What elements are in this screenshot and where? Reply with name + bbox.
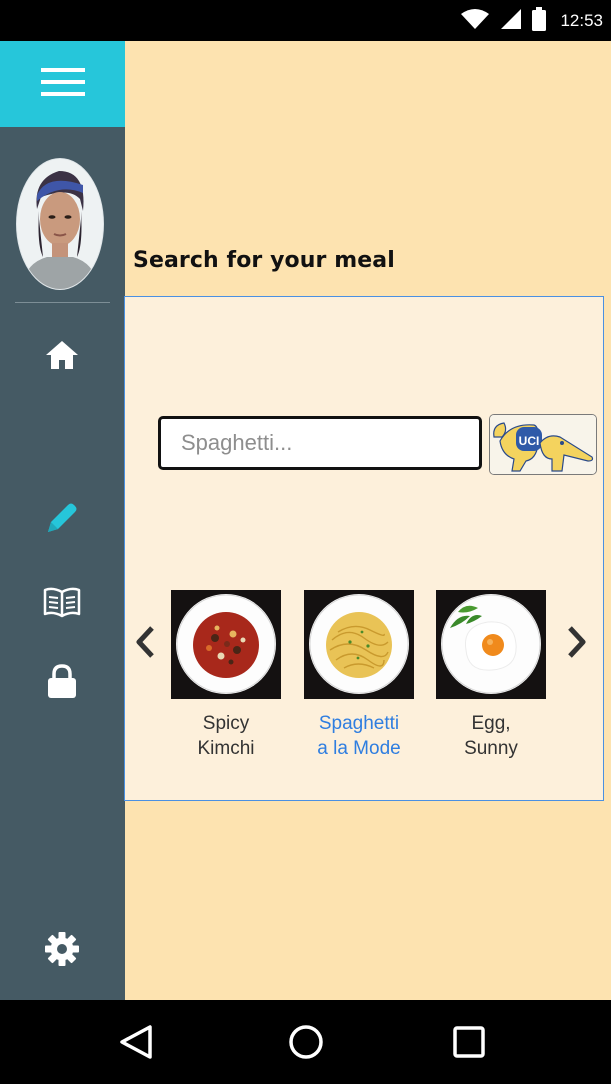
- back-button[interactable]: [114, 1022, 158, 1066]
- sidebar-item-lock[interactable]: [37, 661, 87, 705]
- search-button[interactable]: UCI: [489, 414, 597, 475]
- battery-icon: [532, 6, 547, 36]
- meal-image-spaghetti: [304, 590, 414, 699]
- meal-card-egg-sunny[interactable]: Egg, Sunny: [436, 590, 546, 761]
- signal-icon: [500, 8, 522, 35]
- gear-icon: [44, 931, 80, 972]
- home-circle-icon: [288, 1024, 324, 1065]
- meal-label: Egg, Sunny: [436, 711, 546, 761]
- sidebar: [0, 41, 125, 1000]
- back-triangle-icon: [118, 1024, 154, 1065]
- avatar[interactable]: [16, 158, 104, 290]
- status-time: 12:53: [560, 11, 603, 30]
- meal-name-line: Sunny: [464, 738, 518, 759]
- chevron-right-icon: [565, 625, 587, 664]
- search-panel: UCI: [124, 296, 604, 801]
- sidebar-item-book[interactable]: [37, 582, 87, 626]
- menu-button[interactable]: [0, 41, 125, 127]
- sidebar-item-home[interactable]: [37, 335, 87, 379]
- meal-name-line: Spicy: [202, 713, 250, 734]
- lock-icon: [46, 663, 78, 704]
- home-icon: [44, 339, 80, 376]
- meal-image-egg: [436, 590, 546, 699]
- chevron-left-icon: [135, 625, 157, 664]
- sidebar-item-settings[interactable]: [37, 929, 87, 973]
- home-button[interactable]: [284, 1022, 328, 1066]
- meal-name-line: Spaghetti: [318, 713, 400, 734]
- meal-name-line: a la Mode: [317, 738, 401, 759]
- system-nav-bar: [0, 1000, 611, 1084]
- meal-card-spaghetti-a-la-mode[interactable]: Spaghetti a la Mode: [304, 590, 414, 761]
- app-screen: Search for your meal UCI: [0, 41, 611, 1000]
- meal-name-line: Kimchi: [197, 738, 255, 759]
- anteater-logo-icon: UCI: [490, 415, 596, 474]
- meal-label: Spicy Kimchi: [171, 711, 281, 761]
- carousel-next-button[interactable]: [561, 622, 591, 666]
- wifi-icon: [460, 8, 490, 35]
- open-book-icon: [43, 586, 81, 623]
- recents-button[interactable]: [447, 1022, 491, 1066]
- search-input[interactable]: [158, 416, 482, 470]
- recents-square-icon: [451, 1024, 487, 1065]
- pencil-icon: [45, 501, 79, 540]
- hamburger-menu-icon: [40, 66, 85, 103]
- page-title: Search for your meal: [133, 248, 395, 273]
- carousel-prev-button[interactable]: [131, 622, 161, 666]
- meal-card-spicy-kimchi[interactable]: Spicy Kimchi: [171, 590, 281, 761]
- meal-name-line: Egg,: [471, 713, 511, 734]
- sidebar-item-edit[interactable]: [37, 498, 87, 542]
- meal-label: Spaghetti a la Mode: [304, 711, 414, 761]
- status-bar: 12:53: [0, 0, 611, 41]
- sidebar-divider: [15, 302, 110, 303]
- meal-image-spicy-kimchi: [171, 590, 281, 699]
- status-icons: 12:53: [460, 6, 603, 36]
- uci-logo-text: UCI: [519, 434, 540, 448]
